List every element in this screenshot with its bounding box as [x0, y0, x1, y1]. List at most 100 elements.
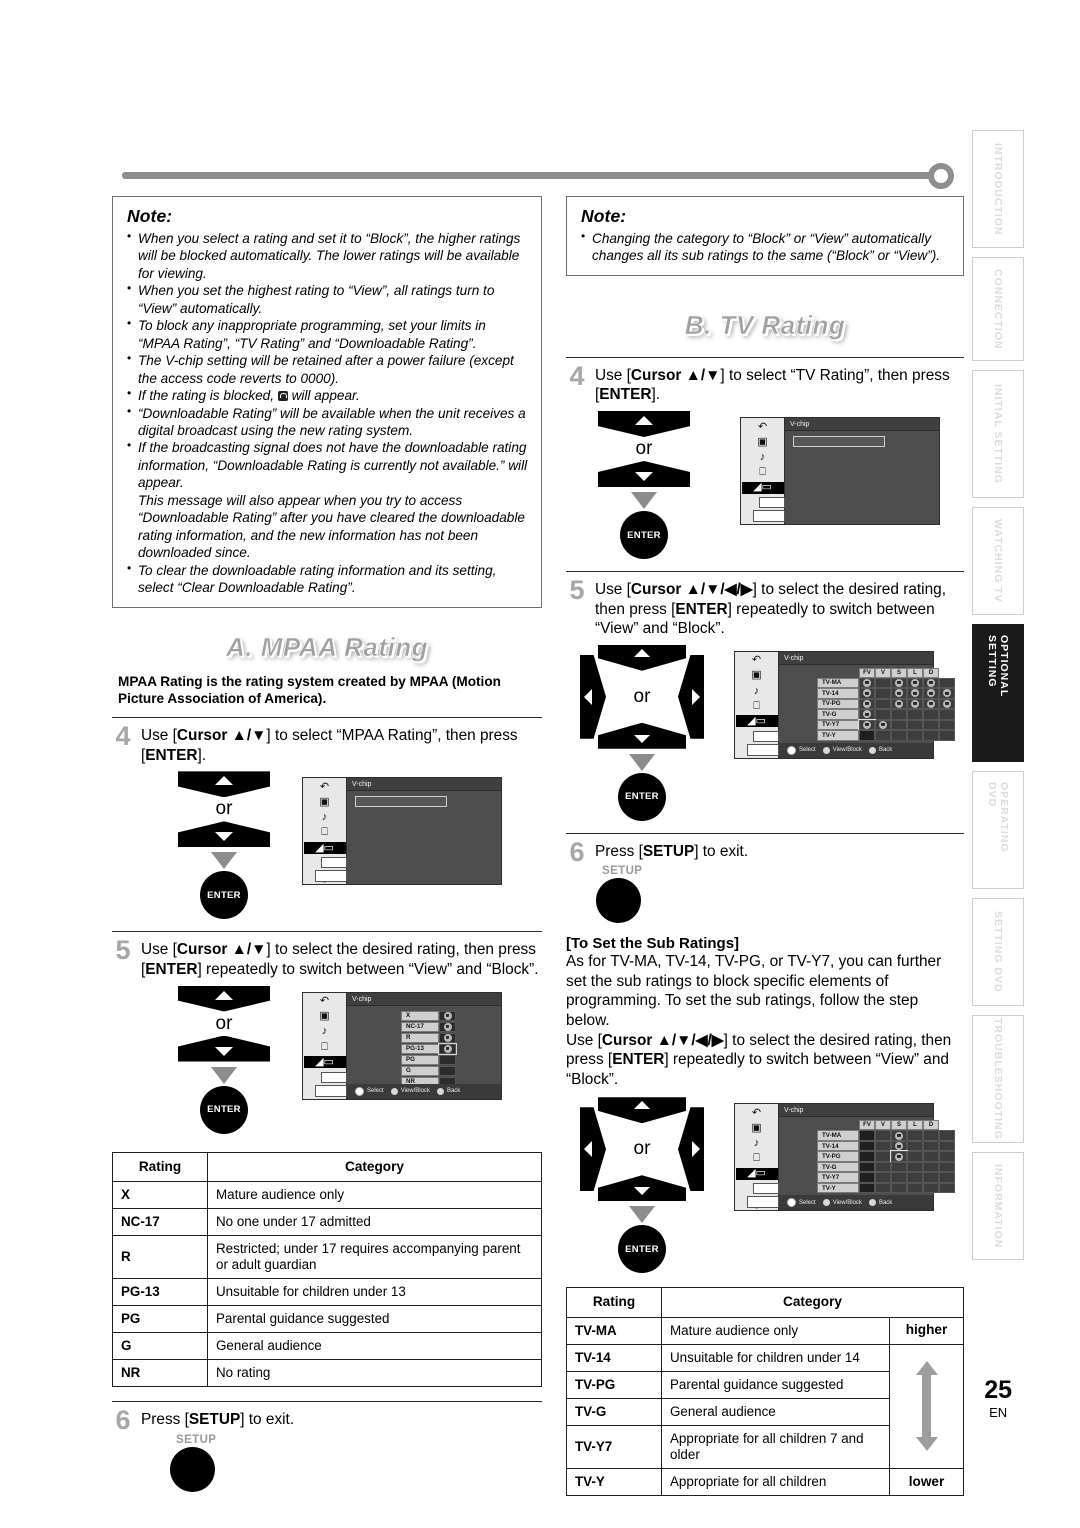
cursor-up-button[interactable] — [598, 411, 690, 438]
osd-main-rating-cell[interactable] — [859, 688, 875, 699]
osd-sub-rating-cell[interactable] — [939, 677, 955, 689]
osd-sub-rating-cell[interactable] — [923, 1182, 939, 1194]
osd-rating-state-cell[interactable] — [439, 1054, 456, 1066]
vchip-icon-selected[interactable]: ◢▭ — [735, 715, 778, 728]
osd-sub-rating-cell[interactable] — [907, 698, 923, 710]
osd-sub-rating-cell[interactable] — [907, 709, 923, 720]
section-tab-troubleshooting[interactable]: TROUBLESHOOTING — [972, 1015, 1024, 1143]
osd-rating-row[interactable]: TV-MA — [817, 1130, 955, 1141]
osd-rating-row[interactable]: TV-14 — [817, 688, 955, 699]
osd-rating-row[interactable]: PG-13 — [401, 1042, 457, 1056]
section-tab-optional-setting[interactable]: OPTIONAL SETTING — [972, 624, 1024, 762]
osd-sub-rating-cell[interactable] — [891, 688, 907, 699]
osd-sub-rating-cell[interactable] — [891, 1161, 907, 1173]
vchip-icon-selected[interactable]: ◢▭ — [303, 842, 346, 855]
setup-button[interactable] — [596, 878, 641, 924]
enter-button[interactable]: ENTER — [200, 1085, 248, 1134]
osd-sub-rating-cell[interactable] — [891, 1140, 907, 1152]
osd-sub-rating-cell[interactable] — [891, 1182, 907, 1194]
osd-sub-rating-cell[interactable] — [923, 1161, 939, 1173]
osd-sub-rating-cell[interactable] — [939, 1130, 955, 1141]
osd-rating-state-cell[interactable] — [439, 1010, 456, 1022]
osd-sub-rating-cell[interactable] — [923, 709, 939, 720]
section-tab-setting-dvd[interactable]: SETTING DVD — [972, 898, 1024, 1006]
osd-sub-rating-cell[interactable] — [923, 698, 939, 710]
osd-sub-rating-cell[interactable] — [923, 688, 939, 699]
osd-sub-rating-cell[interactable] — [907, 688, 923, 699]
osd-sub-rating-cell[interactable] — [875, 1140, 891, 1152]
osd-main-rating-cell[interactable] — [859, 730, 875, 741]
osd-rating-state-cell[interactable] — [439, 1032, 456, 1044]
osd-rating-state-cell[interactable] — [438, 1042, 457, 1056]
osd-rating-row[interactable]: TV-Y7 — [817, 718, 955, 732]
cursor-down-button[interactable] — [178, 1035, 270, 1062]
osd-rating-row[interactable]: TV-Y — [817, 1182, 955, 1194]
osd-rating-row[interactable]: G — [401, 1065, 456, 1077]
section-tab-information[interactable]: INFORMATION — [972, 1152, 1024, 1260]
osd-sub-rating-cell[interactable] — [939, 1151, 955, 1162]
osd-sub-rating-cell[interactable] — [923, 1140, 939, 1152]
osd-sub-rating-cell[interactable] — [907, 1140, 923, 1152]
osd-rating-state-cell[interactable] — [439, 1065, 456, 1077]
osd-sub-rating-cell[interactable] — [939, 698, 955, 710]
osd-sub-rating-cell[interactable] — [875, 698, 891, 710]
osd-sub-rating-cell[interactable] — [923, 1151, 939, 1162]
osd-rating-row[interactable]: R — [401, 1032, 456, 1044]
section-tab-operating-dvd[interactable]: OPERATING DVD — [972, 771, 1024, 889]
osd-sub-rating-cell[interactable] — [875, 677, 891, 689]
osd-sub-rating-cell[interactable] — [939, 709, 955, 720]
osd-sub-rating-cell[interactable] — [939, 1172, 955, 1183]
osd-sub-rating-cell[interactable] — [939, 1182, 955, 1194]
osd-main-rating-cell[interactable] — [859, 1161, 875, 1173]
osd-sub-rating-cell[interactable] — [891, 677, 907, 689]
vchip-icon-selected[interactable]: ◢▭ — [741, 482, 784, 494]
osd-sub-rating-cell[interactable] — [875, 688, 891, 699]
osd-rating-row[interactable]: TV-G — [817, 1161, 955, 1173]
osd-sub-rating-cell[interactable] — [891, 698, 907, 710]
osd-sub-rating-cell[interactable] — [875, 1151, 891, 1162]
osd-sub-rating-cell[interactable] — [891, 1172, 907, 1183]
osd-sub-rating-cell[interactable] — [939, 730, 955, 741]
section-tab-watching-tv[interactable]: WATCHING TV — [972, 507, 1024, 615]
cursor-down-button[interactable] — [598, 1175, 686, 1202]
osd-rating-row[interactable]: X — [401, 1010, 456, 1022]
osd-sub-rating-cell[interactable] — [939, 719, 955, 731]
osd-main-rating-cell[interactable] — [859, 1151, 875, 1162]
osd-sub-rating-cell[interactable] — [875, 1130, 891, 1141]
osd-sub-rating-cell[interactable] — [907, 1151, 923, 1162]
enter-button[interactable]: ENTER — [618, 1225, 666, 1274]
cursor-down-button[interactable] — [598, 722, 686, 749]
osd-sub-rating-cell[interactable] — [923, 730, 939, 741]
osd-rating-row[interactable]: TV-G — [817, 709, 955, 720]
osd-main-rating-cell[interactable] — [859, 677, 875, 689]
osd-sub-rating-cell[interactable] — [907, 1172, 923, 1183]
osd-sub-rating-cell[interactable] — [923, 677, 939, 689]
osd-rating-row[interactable]: TV-PG — [817, 698, 955, 710]
cursor-up-button[interactable] — [598, 1097, 686, 1124]
osd-main-rating-cell[interactable] — [859, 1182, 875, 1194]
osd-sub-rating-cell[interactable] — [890, 1150, 908, 1163]
cursor-up-button[interactable] — [178, 771, 270, 798]
osd-sub-rating-cell[interactable] — [875, 730, 891, 741]
osd-sub-rating-cell[interactable] — [907, 719, 923, 731]
section-tab-connection[interactable]: CONNECTION — [972, 257, 1024, 361]
osd-sub-rating-cell[interactable] — [875, 719, 891, 731]
osd-main-rating-cell[interactable] — [859, 1130, 875, 1141]
osd-sub-rating-cell[interactable] — [939, 1140, 955, 1152]
cursor-up-button[interactable] — [178, 985, 270, 1012]
enter-button[interactable]: ENTER — [618, 772, 666, 821]
osd-selected-row[interactable] — [355, 796, 447, 808]
enter-button[interactable]: ENTER — [620, 511, 668, 560]
osd-selected-row[interactable] — [793, 436, 885, 448]
osd-rating-row[interactable]: PG — [401, 1054, 456, 1066]
cursor-up-button[interactable] — [598, 644, 686, 671]
vchip-icon-selected[interactable]: ◢▭ — [303, 1056, 346, 1069]
osd-main-rating-cell[interactable] — [859, 709, 875, 720]
osd-sub-rating-cell[interactable] — [907, 1182, 923, 1194]
osd-sub-rating-cell[interactable] — [907, 730, 923, 741]
osd-sub-rating-cell[interactable] — [907, 1130, 923, 1141]
osd-sub-rating-cell[interactable] — [923, 719, 939, 731]
osd-sub-rating-cell[interactable] — [891, 730, 907, 741]
osd-sub-rating-cell[interactable] — [923, 1172, 939, 1183]
osd-sub-rating-cell[interactable] — [907, 677, 923, 689]
